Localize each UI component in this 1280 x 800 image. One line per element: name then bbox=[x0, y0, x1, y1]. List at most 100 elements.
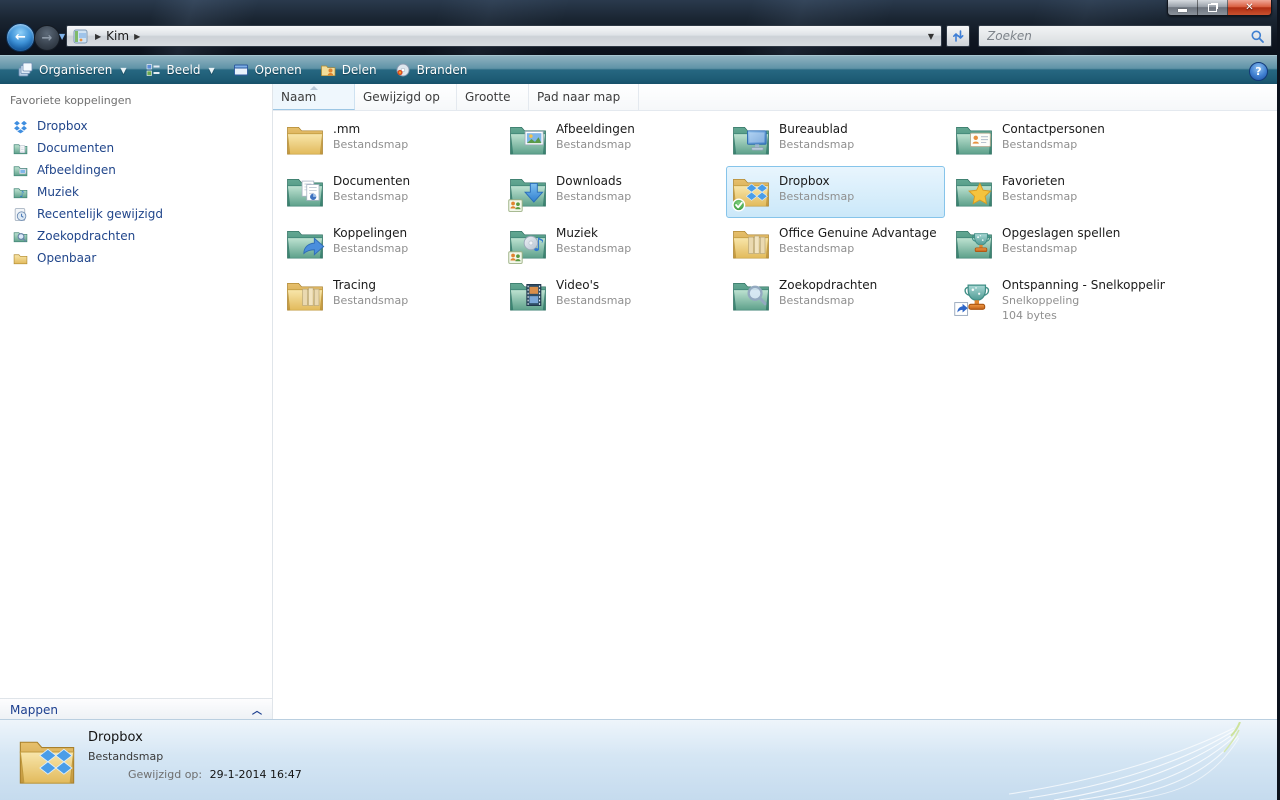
sidebar-item-label: Dropbox bbox=[37, 119, 88, 133]
plain-folder-icon bbox=[284, 118, 326, 160]
column-header-date-modified[interactable]: Gewijzigd op bbox=[355, 84, 457, 110]
minimize-button[interactable] bbox=[1168, 0, 1198, 15]
saved-games-folder-icon bbox=[953, 222, 995, 264]
open-icon bbox=[233, 62, 249, 78]
address-history-dropdown-icon[interactable]: ▼ bbox=[928, 32, 934, 41]
details-item-type: Bestandsmap bbox=[88, 750, 163, 763]
view-button[interactable]: Beeld ▼ bbox=[136, 59, 224, 81]
column-header-folder-path[interactable]: Pad naar map bbox=[529, 84, 639, 110]
share-icon bbox=[320, 62, 336, 78]
links-folder-icon bbox=[284, 222, 326, 264]
view-icon bbox=[145, 62, 161, 78]
searches-folder-icon bbox=[13, 229, 28, 244]
search-input[interactable] bbox=[985, 28, 1250, 44]
file-tile-tracing[interactable]: TracingBestandsmap bbox=[280, 270, 499, 322]
open-button[interactable]: Openen bbox=[224, 59, 311, 81]
file-tile-opgeslagen-spellen[interactable]: Opgeslagen spellenBestandsmap bbox=[949, 218, 1168, 270]
view-label: Beeld bbox=[167, 63, 201, 77]
sidebar-item-recentelijk-gewijzigd[interactable]: Recentelijk gewijzigd bbox=[0, 203, 272, 225]
file-tile-koppelingen[interactable]: KoppelingenBestandsmap bbox=[280, 218, 499, 270]
file-tile-favorieten[interactable]: FavorietenBestandsmap bbox=[949, 166, 1168, 218]
trophy-shortcut-icon bbox=[953, 274, 995, 316]
restore-button[interactable] bbox=[1198, 0, 1228, 15]
sidebar-item-documenten[interactable]: Documenten bbox=[0, 137, 272, 159]
recently-changed-icon bbox=[13, 207, 28, 222]
sidebar-item-afbeeldingen[interactable]: Afbeeldingen bbox=[0, 159, 272, 181]
chevron-up-icon: ︿ bbox=[252, 702, 262, 717]
explorer-window: ✕ ← → ▼ ▶ Kim ▶ ▼ bbox=[0, 0, 1280, 800]
documents-folder-icon bbox=[13, 141, 28, 156]
organize-button[interactable]: Organiseren ▼ bbox=[8, 59, 136, 81]
sidebar-item-label: Zoekopdrachten bbox=[37, 229, 135, 243]
file-tile-bureaublad[interactable]: BureaubladBestandsmap bbox=[726, 114, 945, 166]
sidebar-item-label: Documenten bbox=[37, 141, 114, 155]
share-button[interactable]: Delen bbox=[311, 59, 386, 81]
modified-label: Gewijzigd op: bbox=[128, 768, 202, 781]
address-bar[interactable]: ▶ Kim ▶ ▼ bbox=[66, 25, 942, 47]
file-tile-muziek[interactable]: MuziekBestandsmap bbox=[503, 218, 722, 270]
search-box[interactable] bbox=[978, 25, 1272, 47]
documents-folder-icon bbox=[284, 170, 326, 212]
desktop-folder-icon bbox=[730, 118, 772, 160]
sidebar-item-label: Openbaar bbox=[37, 251, 96, 265]
organize-label: Organiseren bbox=[39, 63, 112, 77]
breadcrumb-location[interactable]: Kim bbox=[106, 29, 129, 43]
forward-arrow-icon: → bbox=[42, 32, 53, 45]
details-pane: Dropbox Bestandsmap Gewijzigd op: 29-1-2… bbox=[0, 719, 1277, 800]
view-dropdown-icon: ▼ bbox=[208, 66, 214, 75]
dropbox-folder-icon bbox=[730, 170, 772, 212]
file-tile-office-genuine-advantage[interactable]: Office Genuine AdvantageBestandsmap bbox=[726, 218, 945, 270]
selected-item-icon bbox=[15, 728, 79, 792]
file-tile-afbeeldingen[interactable]: AfbeeldingenBestandsmap bbox=[503, 114, 722, 166]
forward-button[interactable]: → bbox=[34, 25, 60, 51]
restore-icon bbox=[1208, 4, 1217, 12]
refresh-button[interactable] bbox=[946, 25, 970, 47]
favorite-links-header: Favoriete koppelingen bbox=[0, 84, 272, 115]
dropbox-icon bbox=[13, 119, 28, 134]
refresh-icon bbox=[951, 29, 965, 43]
svg-text:♪: ♪ bbox=[19, 189, 24, 199]
sidebar-item-label: Afbeeldingen bbox=[37, 163, 116, 177]
file-tile-dropbox-selected[interactable]: DropboxBestandsmap bbox=[726, 166, 945, 218]
sidebar-item-openbaar[interactable]: Openbaar bbox=[0, 247, 272, 269]
music-folder-icon bbox=[507, 222, 549, 264]
sidebar-item-label: Recentelijk gewijzigd bbox=[37, 207, 163, 221]
back-arrow-icon: ← bbox=[15, 31, 26, 44]
help-button[interactable]: ? bbox=[1249, 62, 1268, 81]
search-icon[interactable] bbox=[1250, 29, 1265, 44]
searches-folder-icon bbox=[730, 274, 772, 316]
file-tile-zoekopdrachten[interactable]: ZoekopdrachtenBestandsmap bbox=[726, 270, 945, 322]
file-tile-documenten[interactable]: DocumentenBestandsmap bbox=[280, 166, 499, 218]
burn-button[interactable]: Branden bbox=[386, 59, 477, 81]
sidebar-item-zoekopdrachten[interactable]: Zoekopdrachten bbox=[0, 225, 272, 247]
folders-expander[interactable]: Mappen ︿ bbox=[0, 698, 272, 720]
downloads-folder-icon bbox=[507, 170, 549, 212]
organize-icon bbox=[17, 62, 33, 78]
file-tile-videos[interactable]: Video'sBestandsmap bbox=[503, 270, 722, 322]
favorites-folder-icon bbox=[953, 170, 995, 212]
location-icon bbox=[73, 29, 88, 44]
command-toolbar: Organiseren ▼ Beeld ▼ Openen bbox=[0, 55, 1280, 84]
breadcrumb-expand-icon[interactable]: ▶ bbox=[134, 32, 140, 41]
navigation-bar: ← → ▼ ▶ Kim ▶ ▼ bbox=[0, 18, 1280, 55]
details-item-name: Dropbox bbox=[88, 730, 143, 745]
help-icon: ? bbox=[1255, 65, 1261, 78]
back-button[interactable]: ← bbox=[6, 23, 35, 52]
sidebar-item-muziek[interactable]: ♪ Muziek bbox=[0, 181, 272, 203]
window-controls: ✕ bbox=[1167, 0, 1272, 16]
file-tiles-grid: .mmBestandsmap AfbeeldingenBestandsmap B… bbox=[273, 111, 1277, 322]
close-button[interactable]: ✕ bbox=[1228, 0, 1271, 15]
burn-label: Branden bbox=[417, 63, 468, 77]
recent-pages-dropdown[interactable]: ▼ bbox=[59, 32, 65, 41]
file-tile-downloads[interactable]: DownloadsBestandsmap bbox=[503, 166, 722, 218]
main-area: Favoriete koppelingen Dropbox Documenten bbox=[0, 84, 1277, 720]
file-tile-contactpersonen[interactable]: ContactpersonenBestandsmap bbox=[949, 114, 1168, 166]
navigation-pane: Favoriete koppelingen Dropbox Documenten bbox=[0, 84, 273, 720]
sidebar-item-dropbox[interactable]: Dropbox bbox=[0, 115, 272, 137]
column-header-size[interactable]: Grootte bbox=[457, 84, 529, 110]
file-list-area: Naam Gewijzigd op Grootte Pad naar map .… bbox=[273, 84, 1277, 720]
folders-label: Mappen bbox=[10, 703, 58, 717]
column-header-name[interactable]: Naam bbox=[273, 84, 355, 110]
file-tile-ontspanning-snelkoppeling[interactable]: Ontspanning - Snelkoppeling Snelkoppelin… bbox=[949, 270, 1168, 322]
file-tile-mm[interactable]: .mmBestandsmap bbox=[280, 114, 499, 166]
